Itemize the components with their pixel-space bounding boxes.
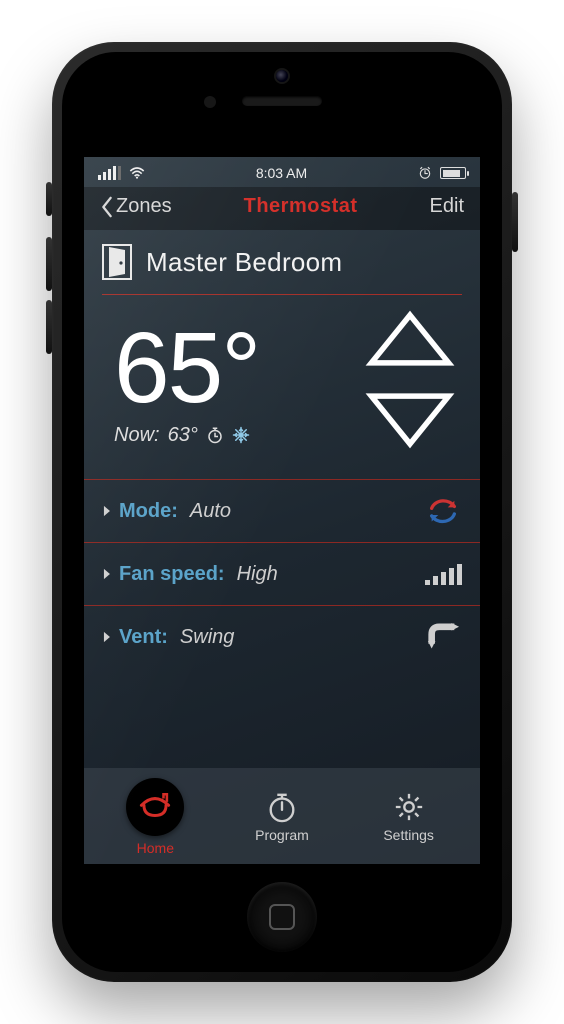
now-label: Now: bbox=[114, 424, 160, 447]
fan-label: Fan speed: bbox=[119, 563, 225, 586]
vent-row[interactable]: Vent: Swing bbox=[84, 605, 480, 669]
back-button[interactable]: Zones bbox=[100, 195, 172, 218]
mute-switch[interactable] bbox=[46, 182, 52, 216]
room-header: Master Bedroom bbox=[84, 230, 480, 294]
mode-row[interactable]: Mode: Auto bbox=[84, 479, 480, 542]
edit-button[interactable]: Edit bbox=[430, 195, 464, 218]
battery-icon bbox=[440, 167, 466, 179]
door-icon bbox=[102, 244, 132, 280]
room-name: Master Bedroom bbox=[146, 247, 342, 278]
temp-down-button[interactable] bbox=[364, 390, 456, 455]
snowflake-icon bbox=[232, 426, 250, 444]
wifi-icon bbox=[129, 167, 145, 179]
volume-down-button[interactable] bbox=[46, 300, 52, 354]
caret-right-icon bbox=[102, 568, 111, 580]
gear-icon bbox=[393, 791, 425, 823]
phone-frame: 8:03 AM Zones Thermostat Edit bbox=[52, 42, 512, 982]
proximity-sensor bbox=[204, 96, 216, 108]
home-button[interactable] bbox=[247, 882, 317, 952]
vent-label: Vent: bbox=[119, 626, 168, 649]
nav-title: Thermostat bbox=[244, 195, 358, 218]
mode-value: Auto bbox=[190, 500, 231, 523]
fan-value: High bbox=[237, 563, 278, 586]
chevron-left-icon bbox=[100, 196, 114, 218]
settings-list: Mode: Auto Fan speed: High bbox=[84, 479, 480, 669]
mode-label: Mode: bbox=[119, 500, 178, 523]
caret-right-icon bbox=[102, 631, 111, 643]
tab-home-label: Home bbox=[137, 840, 174, 856]
auto-cycle-icon bbox=[426, 496, 460, 526]
back-label: Zones bbox=[116, 195, 172, 218]
timer-icon bbox=[206, 426, 224, 444]
fan-speed-icon bbox=[426, 559, 460, 589]
front-camera bbox=[276, 70, 288, 82]
earpiece-speaker bbox=[242, 96, 322, 106]
temperature-panel: 65° Now: 63° bbox=[84, 295, 480, 463]
screen: 8:03 AM Zones Thermostat Edit bbox=[84, 157, 480, 864]
tab-home[interactable]: Home bbox=[110, 778, 200, 856]
alarm-icon bbox=[418, 166, 432, 180]
tab-program-label: Program bbox=[255, 827, 309, 843]
fan-speed-row[interactable]: Fan speed: High bbox=[84, 542, 480, 605]
swing-icon bbox=[426, 622, 460, 652]
divider bbox=[102, 294, 462, 295]
status-bar: 8:03 AM bbox=[84, 157, 480, 187]
power-button[interactable] bbox=[512, 192, 518, 252]
stopwatch-icon bbox=[266, 791, 298, 823]
tab-settings[interactable]: Settings bbox=[364, 791, 454, 843]
status-time: 8:03 AM bbox=[256, 165, 307, 181]
caret-right-icon bbox=[102, 505, 111, 517]
vent-value: Swing bbox=[180, 626, 234, 649]
current-temp-row: Now: 63° bbox=[114, 424, 259, 447]
tab-bar: Home Program Settings bbox=[84, 768, 480, 864]
signal-icon bbox=[98, 166, 121, 180]
volume-up-button[interactable] bbox=[46, 237, 52, 291]
setpoint-temp: 65° bbox=[114, 318, 259, 418]
tab-settings-label: Settings bbox=[383, 827, 434, 843]
home-icon bbox=[138, 790, 172, 824]
nav-bar: Zones Thermostat Edit bbox=[84, 187, 480, 230]
tab-program[interactable]: Program bbox=[237, 791, 327, 843]
temp-up-button[interactable] bbox=[364, 309, 456, 374]
now-value: 63° bbox=[168, 424, 198, 447]
